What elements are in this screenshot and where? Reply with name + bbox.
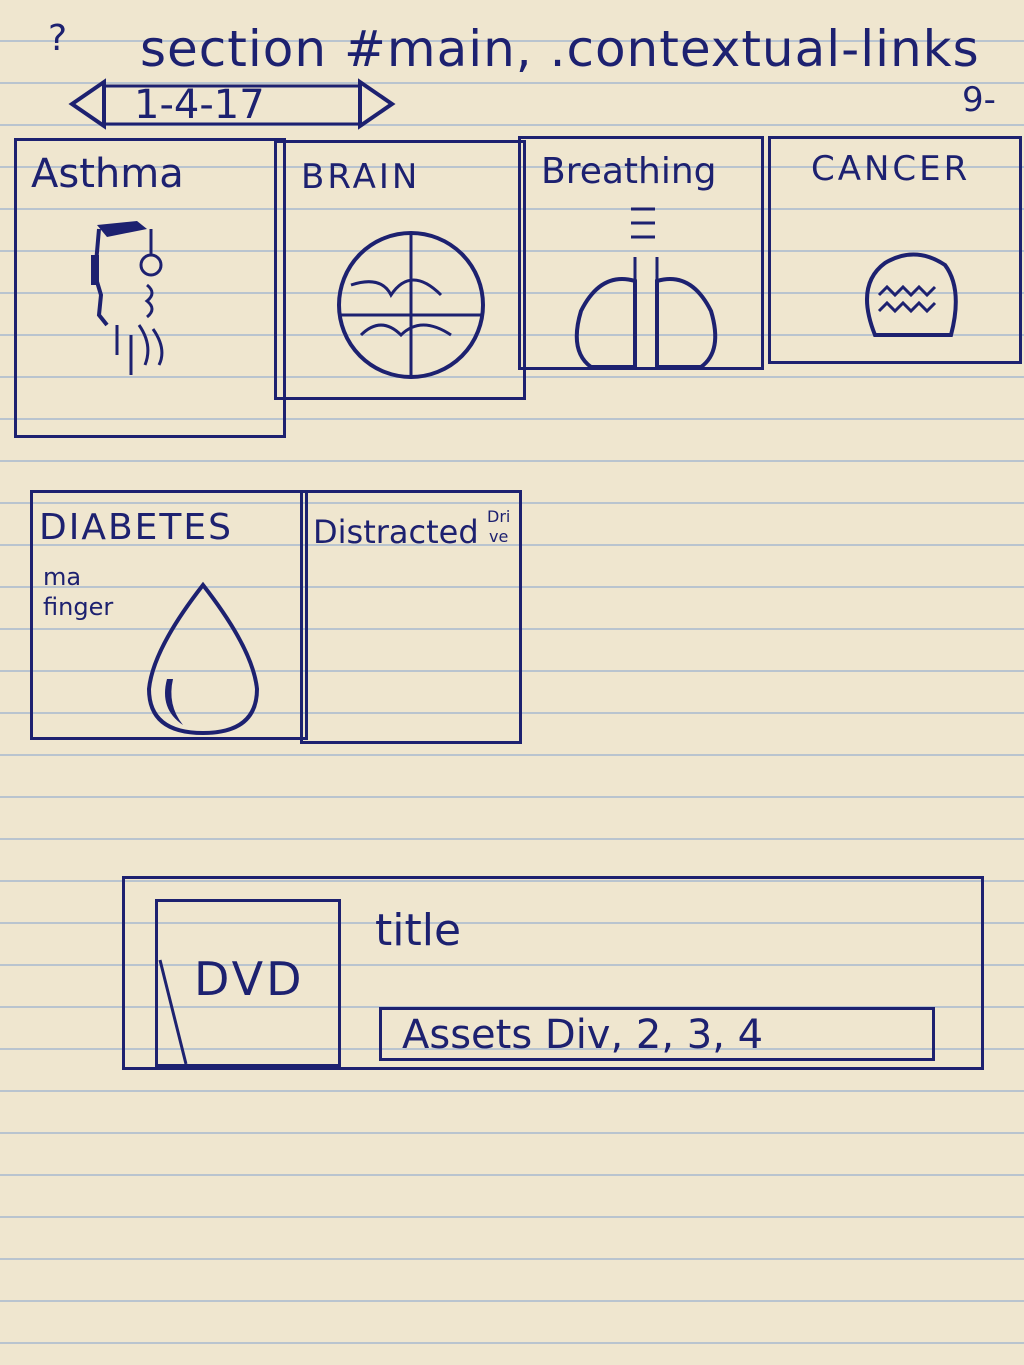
cancer-cell-icon xyxy=(865,252,958,337)
page-number: 9- xyxy=(962,80,996,120)
tile-label: Breathing xyxy=(541,151,717,192)
tile-label-suffix-line2: ve xyxy=(489,527,509,546)
tile-note-line2: finger xyxy=(43,593,114,621)
lungs-icon xyxy=(574,207,718,369)
assets-row[interactable]: Assets Div, 2, 3, 4 xyxy=(379,1007,935,1061)
tile-label: Asthma xyxy=(31,151,184,197)
tile-diabetes[interactable]: DIABETES ma finger xyxy=(30,490,308,740)
tile-brain[interactable]: BRAIN xyxy=(274,140,526,400)
person-breathing-icon xyxy=(91,221,164,375)
blood-drop-icon xyxy=(146,581,260,736)
tile-label: CANCER xyxy=(811,149,971,189)
detail-panel: DVD title Assets Div, 2, 3, 4 xyxy=(122,876,984,1070)
pager-label: 1-4-17 xyxy=(134,82,265,128)
tile-distracted-driving[interactable]: Distracted Dri ve xyxy=(300,490,522,744)
brain-icon xyxy=(337,231,485,379)
tile-label-suffix-line1: Dri xyxy=(487,507,511,526)
pager-prev-button[interactable] xyxy=(70,82,106,126)
pager-next-button[interactable] xyxy=(358,82,394,126)
selector-annotation: section #main, .contextual-links xyxy=(140,20,980,78)
tile-label: DIABETES xyxy=(39,507,233,548)
tile-breathing[interactable]: Breathing xyxy=(518,136,764,370)
assets-label: Assets Div, 2, 3, 4 xyxy=(402,1012,764,1058)
title-label: title xyxy=(375,905,462,956)
tile-label: BRAIN xyxy=(301,157,421,197)
pager[interactable]: 1-4-17 xyxy=(64,76,400,132)
tile-note-line1: ma xyxy=(43,563,82,591)
dvd-label: DVD xyxy=(194,952,305,1006)
dvd-media-box[interactable]: DVD xyxy=(155,899,341,1067)
tile-asthma[interactable]: Asthma xyxy=(14,138,286,438)
tile-label: Distracted xyxy=(313,513,479,551)
question-mark: ? xyxy=(48,18,68,59)
tile-cancer[interactable]: CANCER xyxy=(768,136,1022,364)
